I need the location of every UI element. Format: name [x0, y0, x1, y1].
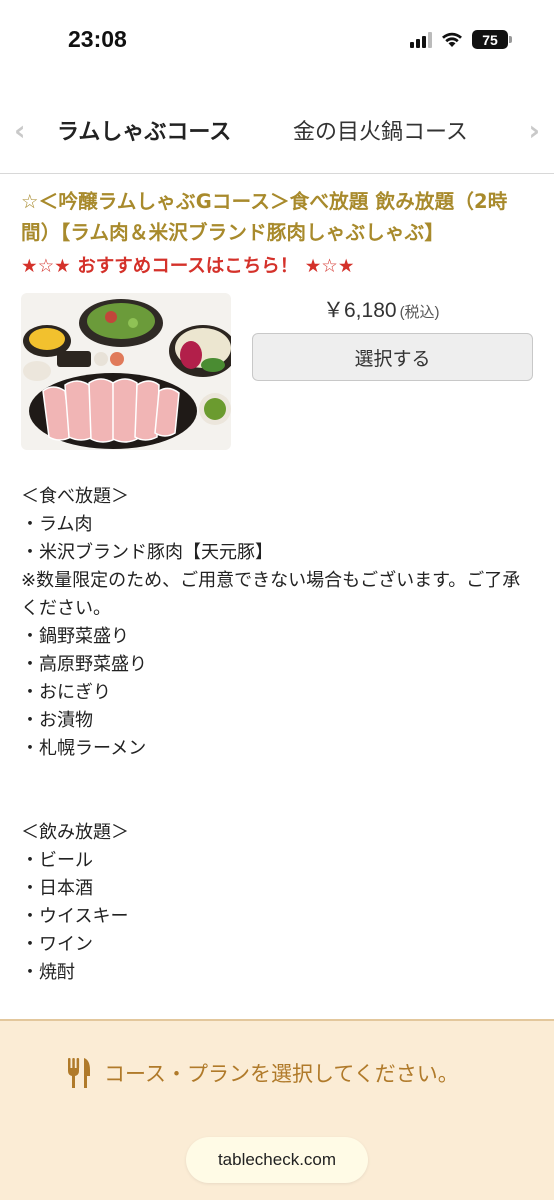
- tax-note: (税込): [399, 304, 440, 321]
- course-detail: ☆＜吟醸ラムしゃぶGコース＞食べ放題 飲み放題（2時間）【ラム肉＆米沢ブランド豚…: [21, 186, 536, 987]
- course-details: ＜食べ放題＞ ・ラム肉 ・米沢ブランド豚肉【天元豚】 ※数量限定のため、ご用意で…: [21, 486, 521, 983]
- select-plan-text: コース・プランを選択してください。: [104, 1062, 459, 1086]
- recommend-banner: ★☆★ おすすめコースはこちら！ ★☆★: [21, 256, 355, 277]
- battery-icon: 75: [472, 30, 512, 49]
- tab-lamb-shabu-course[interactable]: ラムしゃぶコース: [57, 114, 231, 146]
- offer-row: ￥6,180 (税込) 選択する: [21, 293, 536, 453]
- chevron-left-icon[interactable]: ‹: [14, 114, 26, 147]
- price: ￥6,180 (税込): [323, 294, 440, 324]
- status-time: 23:08: [68, 26, 127, 52]
- course-photo: [21, 293, 231, 450]
- tab-kinnome-hotpot-course[interactable]: 金の目火鍋コース: [293, 114, 468, 146]
- price-amount: ￥6,180: [323, 299, 397, 322]
- footer-banner: コース・プランを選択してください。 tablecheck.com: [0, 1019, 554, 1200]
- select-course-button[interactable]: 選択する: [252, 333, 533, 381]
- course-title: ☆＜吟醸ラムしゃぶGコース＞食べ放題 飲み放題（2時間）【ラム肉＆米沢ブランド豚…: [21, 190, 508, 244]
- cellular-signal-icon: [410, 31, 432, 48]
- status-icons: 75: [410, 30, 512, 49]
- select-plan-prompt[interactable]: コース・プランを選択してください。: [66, 1057, 459, 1089]
- fork-knife-icon: [68, 1058, 90, 1088]
- course-tab-nav: ‹ ラムしゃぶコース 金の目火鍋コース ›: [0, 84, 554, 174]
- url-bar[interactable]: tablecheck.com: [186, 1137, 368, 1183]
- chevron-right-icon[interactable]: ›: [528, 114, 540, 147]
- status-bar: 23:08 75: [0, 0, 554, 84]
- wifi-icon: [442, 32, 462, 47]
